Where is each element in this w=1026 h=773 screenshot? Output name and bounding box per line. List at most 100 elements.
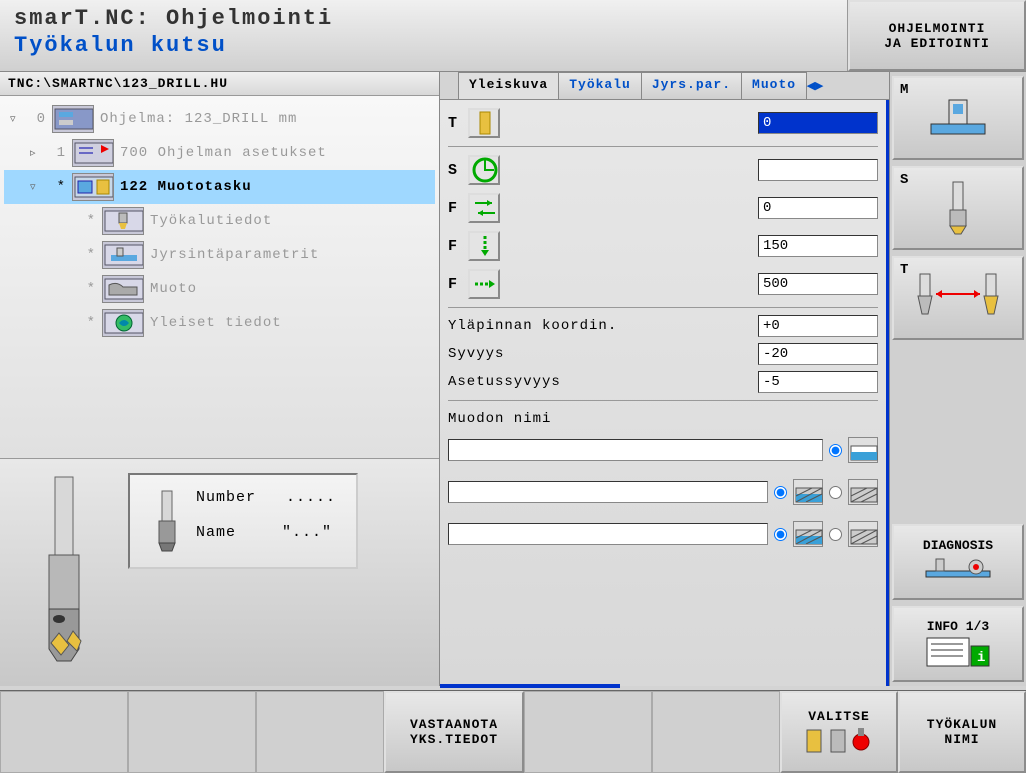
shape-opt-icon[interactable] (848, 437, 878, 463)
param-input-s1[interactable] (758, 159, 878, 181)
param-icon-s1[interactable] (468, 155, 500, 185)
tree-node-icon (102, 207, 144, 235)
param-letter: F (448, 200, 462, 217)
shape-opt-radio[interactable] (774, 528, 787, 541)
shape-name-input-2[interactable] (448, 523, 768, 545)
number-value: ..... (286, 489, 336, 506)
param-letter: F (448, 276, 462, 293)
program-tree[interactable]: ▿ 0 Ohjelma: 123_DRILL mm ▹1700 Ohjelman as… (0, 96, 439, 458)
softkey-3[interactable] (256, 691, 384, 773)
tree-index: 0 (28, 111, 46, 127)
tree-toggle-icon[interactable]: ▿ (30, 180, 42, 194)
tree-label: Muoto (150, 281, 435, 297)
coord-input[interactable] (758, 371, 878, 393)
tab-tykalu[interactable]: Työkalu (558, 72, 642, 99)
tab-bar: ◀ YleiskuvaTyökaluJyrs.par.Muoto◀▶ (440, 72, 889, 100)
tree-row[interactable]: * Jyrsintäparametrit (4, 238, 435, 272)
tree-index: * (78, 247, 96, 263)
tree-row[interactable]: ▿ * 122 Muototasku (4, 170, 435, 204)
tree-node-icon (102, 309, 144, 337)
param-letter: T (448, 115, 462, 132)
tab-jyrspar[interactable]: Jyrs.par. (641, 72, 742, 99)
shape-opt-icon[interactable] (793, 479, 823, 505)
param-icon-f4[interactable] (468, 269, 500, 299)
tree-toggle-icon[interactable]: ▹ (30, 146, 42, 160)
svg-text:i: i (977, 650, 985, 666)
title-line1: smarT.NC: Ohjelmointi (14, 6, 833, 31)
mode-button[interactable]: OHJELMOINTI JA EDITOINTI (848, 0, 1026, 71)
tree-node-icon (72, 139, 114, 167)
shape-name-input-0[interactable] (448, 439, 823, 461)
name-value: "..." (282, 524, 332, 541)
softkey-4-vastaanota[interactable]: VASTAANOTA YKS.TIEDOT (384, 691, 524, 773)
tree-toggle-icon[interactable]: ▿ (10, 112, 22, 126)
tree-row[interactable]: *Työkalutiedot (4, 204, 435, 238)
tool-mini-icon (150, 489, 184, 553)
shape-opt-radio[interactable] (829, 528, 842, 541)
side-m-button[interactable]: M (892, 76, 1024, 160)
tree-row[interactable]: ▹1700 Ohjelman asetukset (4, 136, 435, 170)
softkey-8-tyokalun-nimi[interactable]: TYÖKALUN NIMI (898, 691, 1026, 773)
param-icon-t0[interactable] (468, 108, 500, 138)
tree-row[interactable]: ▿ 0 Ohjelma: 123_DRILL mm (4, 102, 435, 136)
shape-opt-icon[interactable] (848, 521, 878, 547)
tree-row[interactable]: *Yleiset tiedot (4, 306, 435, 340)
tool-info-box: Number ..... Name "..." (128, 473, 358, 569)
param-letter: S (448, 162, 462, 179)
shape-opt-icon[interactable] (793, 521, 823, 547)
tree-label: Ohjelma: 123_DRILL mm (100, 111, 435, 127)
tool-preview-panel: Number ..... Name "..." (0, 458, 439, 686)
info-button[interactable]: INFO 1/3 i (892, 606, 1024, 682)
coord-input[interactable] (758, 343, 878, 365)
side-s-button[interactable]: S (892, 166, 1024, 250)
coord-label: Asetussyvyys (448, 374, 750, 390)
tree-index: * (48, 179, 66, 195)
coord-input[interactable] (758, 315, 878, 337)
coord-label: Syvyys (448, 346, 750, 362)
tree-label: 700 Ohjelman asetukset (120, 145, 435, 161)
param-letter: F (448, 238, 462, 255)
coord-label: Yläpinnan koordin. (448, 318, 750, 334)
shape-opt-icon[interactable] (848, 479, 878, 505)
tree-node-icon (102, 275, 144, 303)
param-icon-f2[interactable] (468, 193, 500, 223)
file-path: TNC:\SMARTNC\123_DRILL.HU (0, 72, 439, 96)
softkey-7-valitse[interactable]: VALITSE (780, 691, 898, 773)
number-label: Number (196, 489, 256, 506)
shape-opt-radio[interactable] (829, 486, 842, 499)
softkey-1[interactable] (0, 691, 128, 773)
softkey-5[interactable] (524, 691, 652, 773)
header-title: smarT.NC: Ohjelmointi Työkalun kutsu (0, 0, 848, 71)
tree-row[interactable]: * Muoto (4, 272, 435, 306)
tree-label: Työkalutiedot (150, 213, 435, 229)
tool-drawing (14, 473, 114, 673)
form-panel: T S F F F Yläpinnan koordin. Syvyys Asetussyvyy… (440, 100, 889, 686)
shape-section-title: Muodon nimi (448, 411, 878, 427)
tree-label: Jyrsintäparametrit (150, 247, 435, 263)
shape-opt-radio[interactable] (774, 486, 787, 499)
tree-node-icon (102, 241, 144, 269)
shape-opt-radio[interactable] (829, 444, 842, 457)
tab-yleiskuva[interactable]: Yleiskuva (458, 72, 559, 99)
param-input-t0[interactable] (758, 112, 878, 134)
side-t-button[interactable]: T (892, 256, 1024, 340)
tab-muoto[interactable]: Muoto (741, 72, 807, 99)
tree-node-icon (72, 173, 114, 201)
diagnosis-button[interactable]: DIAGNOSIS (892, 524, 1024, 600)
shape-name-input-1[interactable] (448, 481, 768, 503)
softkey-2[interactable] (128, 691, 256, 773)
side-button-column: M S T DIAGNOSIS INFO 1/3 i (890, 72, 1026, 686)
tree-index: * (78, 281, 96, 297)
param-input-f3[interactable] (758, 235, 878, 257)
softkey-6[interactable] (652, 691, 780, 773)
param-input-f4[interactable] (758, 273, 878, 295)
softkey-bar: VASTAANOTA YKS.TIEDOT VALITSE TYÖKALUN N… (0, 690, 1026, 773)
name-label: Name (196, 524, 236, 541)
active-softkey-marker (440, 684, 620, 688)
param-icon-f3[interactable] (468, 231, 500, 261)
tree-label: Yleiset tiedot (150, 315, 435, 331)
tree-node-icon (52, 105, 94, 133)
tree-label: 122 Muototasku (120, 179, 435, 195)
param-input-f2[interactable] (758, 197, 878, 219)
tab-scroll-right-icon[interactable]: ◀▶ (806, 72, 824, 99)
